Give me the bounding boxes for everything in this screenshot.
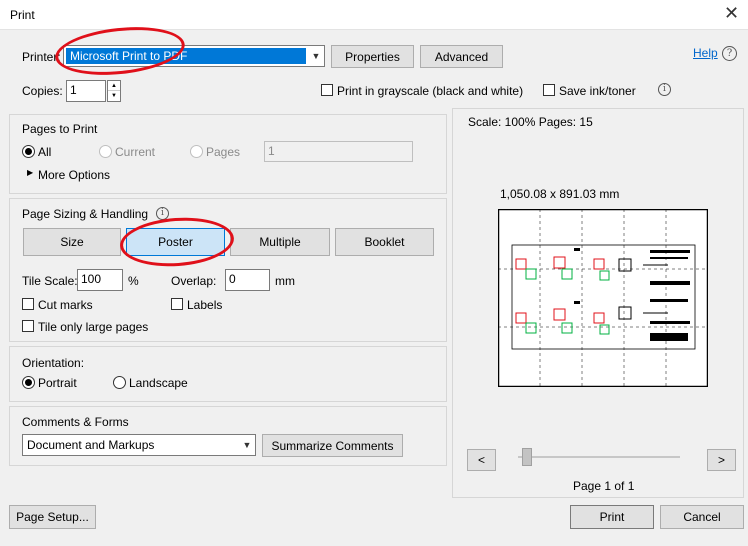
summarize-comments-button[interactable]: Summarize Comments — [262, 434, 403, 457]
page-indicator: Page 1 of 1 — [573, 479, 635, 493]
size-button[interactable]: Size — [23, 228, 121, 256]
page-slider-thumb[interactable] — [522, 448, 532, 466]
save-ink-label: Save ink/toner — [559, 84, 636, 98]
copies-label: Copies: — [22, 84, 63, 98]
advanced-label: Advanced — [434, 49, 489, 64]
labels-label: Labels — [187, 298, 223, 312]
title-bar — [0, 0, 748, 30]
cut-marks-checkbox[interactable] — [22, 298, 34, 310]
page-sizing-title: Page Sizing & Handling — [22, 207, 149, 221]
tile-scale-input[interactable]: 100 — [77, 269, 123, 291]
poster-label: Poster — [158, 235, 193, 249]
comments-title: Comments & Forms — [22, 415, 129, 429]
page-preview — [498, 209, 708, 387]
previous-page-button[interactable]: < — [467, 449, 496, 471]
more-options-toggle[interactable]: More Options — [38, 168, 110, 182]
portrait-radio[interactable] — [22, 376, 35, 389]
current-page-radio[interactable] — [99, 145, 112, 158]
orientation-title: Orientation: — [22, 356, 85, 370]
chevron-up-icon[interactable]: ▲ — [108, 81, 120, 91]
summarize-comments-label: Summarize Comments — [271, 438, 394, 453]
properties-button[interactable]: Properties — [331, 45, 414, 68]
overlap-unit: mm — [275, 274, 295, 288]
current-page-label: Current — [115, 145, 156, 159]
help-icon[interactable]: ? — [722, 46, 737, 61]
printer-label: Printer: — [22, 50, 61, 64]
advanced-button[interactable]: Advanced — [420, 45, 503, 68]
info-icon[interactable]: i — [156, 207, 169, 220]
multiple-button[interactable]: Multiple — [230, 228, 330, 256]
cancel-label: Cancel — [683, 510, 721, 524]
tile-large-label: Tile only large pages — [38, 320, 149, 334]
cancel-button[interactable]: Cancel — [660, 505, 744, 529]
info-icon[interactable]: i — [658, 83, 671, 96]
all-pages-label: All — [38, 145, 52, 159]
dimensions-text: 1,050.08 x 891.03 mm — [500, 187, 620, 201]
portrait-label: Portrait — [38, 376, 77, 390]
page-setup-button[interactable]: Page Setup... — [9, 505, 96, 529]
landscape-radio[interactable] — [113, 376, 126, 389]
close-icon[interactable]: ✕ — [724, 4, 739, 22]
window-title: Print — [10, 8, 35, 22]
comments-select[interactable]: Document and Markups ▼ — [22, 434, 256, 456]
tile-large-checkbox[interactable] — [22, 320, 34, 332]
size-label: Size — [60, 235, 84, 249]
pages-range-input[interactable]: 1 — [264, 141, 413, 162]
overlap-input[interactable]: 0 — [225, 269, 270, 291]
printer-select-value: Microsoft Print to PDF — [66, 48, 306, 64]
cut-marks-label: Cut marks — [38, 298, 93, 312]
print-label: Print — [599, 510, 625, 524]
pages-label: Pages — [206, 145, 241, 159]
help-link[interactable]: Help — [693, 46, 718, 60]
chevron-down-icon: ▼ — [242, 440, 252, 450]
properties-label: Properties — [345, 49, 400, 64]
overlap-label: Overlap: — [171, 274, 217, 288]
landscape-label: Landscape — [129, 376, 188, 390]
chevron-down-icon[interactable]: ▼ — [108, 91, 120, 101]
grayscale-label: Print in grayscale (black and white) — [337, 84, 524, 98]
scale-pages-text: Scale: 100% Pages: 15 — [468, 115, 593, 129]
chevron-down-icon: ▼ — [311, 51, 321, 61]
tile-scale-unit: % — [128, 274, 139, 288]
expand-triangle-icon[interactable]: ▶ — [27, 168, 33, 177]
save-ink-checkbox[interactable] — [543, 84, 555, 96]
print-button[interactable]: Print — [570, 505, 654, 529]
comments-select-value: Document and Markups — [27, 438, 155, 452]
all-pages-radio[interactable] — [22, 145, 35, 158]
orientation-group — [9, 346, 447, 402]
copies-stepper[interactable]: ▲ ▼ — [107, 80, 121, 102]
page-slider-track[interactable] — [518, 456, 680, 458]
page-setup-label: Page Setup... — [16, 510, 89, 524]
chevron-right-icon: > — [717, 453, 725, 467]
grayscale-checkbox[interactable] — [321, 84, 333, 96]
next-page-button[interactable]: > — [707, 449, 736, 471]
printer-select[interactable]: Microsoft Print to PDF ▼ — [63, 45, 325, 67]
pages-to-print-title: Pages to Print — [22, 122, 98, 136]
poster-button[interactable]: Poster — [126, 228, 225, 256]
copies-input[interactable]: 1 — [66, 80, 106, 102]
labels-checkbox[interactable] — [171, 298, 183, 310]
tile-scale-label: Tile Scale: — [22, 274, 78, 288]
chevron-left-icon: < — [477, 453, 485, 467]
booklet-label: Booklet — [364, 235, 405, 249]
multiple-label: Multiple — [259, 235, 301, 249]
pages-radio[interactable] — [190, 145, 203, 158]
booklet-button[interactable]: Booklet — [335, 228, 434, 256]
